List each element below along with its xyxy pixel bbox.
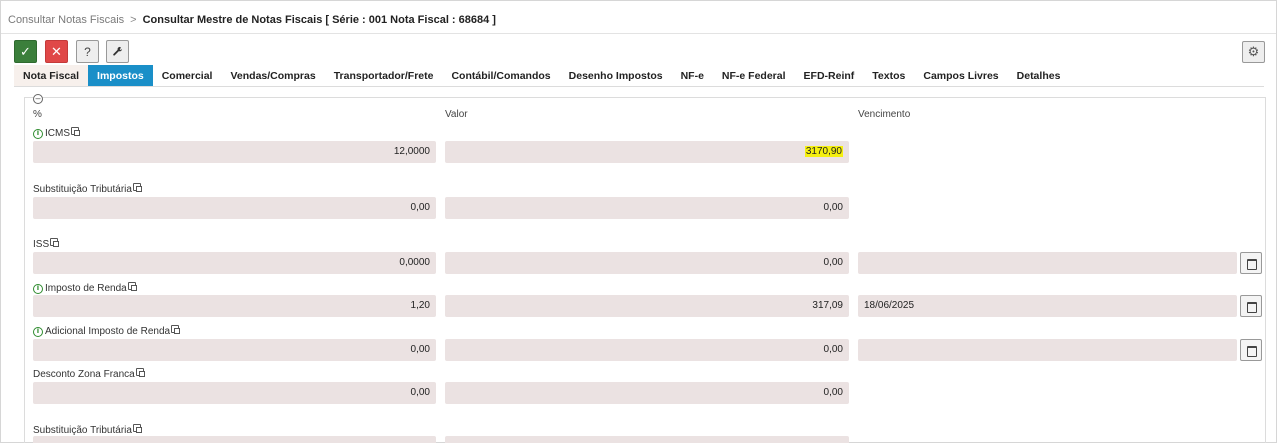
field-label-text: Adicional Imposto de Renda: [45, 326, 171, 337]
percent-field[interactable]: 0,00: [33, 197, 436, 219]
close-icon: ✕: [51, 43, 62, 59]
column-header-value: Valor: [445, 109, 468, 120]
tab-nota-fiscal[interactable]: Nota Fiscal: [14, 65, 89, 87]
calendar-icon[interactable]: [1240, 339, 1262, 361]
percent-field[interactable]: [33, 436, 436, 443]
tools-button[interactable]: [106, 40, 129, 63]
field-label: i Imposto de Renda: [33, 281, 137, 294]
calendar-icon[interactable]: [1240, 295, 1262, 317]
field-label: ISS: [33, 237, 60, 250]
percent-field[interactable]: 0,00: [33, 382, 436, 404]
collapse-icon[interactable]: –: [33, 94, 43, 104]
info-icon[interactable]: i: [33, 283, 43, 294]
help-button[interactable]: ?: [76, 40, 99, 63]
check-icon: ✓: [20, 43, 31, 59]
copy-icon[interactable]: [135, 367, 145, 377]
gear-icon: ⚙: [1247, 44, 1260, 59]
tab-divider: [14, 86, 1264, 87]
copy-icon[interactable]: [50, 237, 60, 247]
tab-efd-reinf[interactable]: EFD-Reinf: [795, 65, 864, 87]
column-header-due: Vencimento: [858, 109, 911, 120]
cancel-button[interactable]: ✕: [45, 40, 68, 63]
percent-field[interactable]: 1,20: [33, 295, 436, 317]
tab-desenho-impostos[interactable]: Desenho Impostos: [560, 65, 672, 87]
tab-transportador-frete[interactable]: Transportador/Frete: [325, 65, 443, 87]
tab-bar: Nota Fiscal Impostos Comercial Vendas/Compr…: [14, 65, 1069, 87]
copy-icon[interactable]: [127, 281, 137, 291]
field-label: i Adicional Imposto de Renda: [33, 324, 181, 337]
value-field[interactable]: 0,00: [445, 339, 849, 361]
value-field[interactable]: 317,09: [445, 295, 849, 317]
tab-nf-e-federal[interactable]: NF-e Federal: [713, 65, 795, 87]
copy-icon[interactable]: [132, 423, 142, 433]
tab-detalhes[interactable]: Detalhes: [1008, 65, 1070, 87]
field-label-text: Imposto de Renda: [45, 283, 127, 294]
tab-comercial[interactable]: Comercial: [153, 65, 222, 87]
field-label-text: Substituição Tributária: [33, 184, 132, 195]
breadcrumb-separator: >: [130, 14, 137, 26]
question-icon: ?: [84, 44, 91, 59]
field-label-text: ISS: [33, 239, 50, 250]
field-label-text: Substituição Tributária: [33, 425, 132, 436]
tab-impostos[interactable]: Impostos: [88, 65, 153, 87]
tab-cont-bil-comandos[interactable]: Contábil/Comandos: [442, 65, 559, 87]
due-date-field[interactable]: [858, 252, 1237, 274]
percent-field[interactable]: 12,0000: [33, 141, 436, 163]
tab-vendas-compras[interactable]: Vendas/Compras: [221, 65, 324, 87]
percent-field[interactable]: 0,00: [33, 339, 436, 361]
page-title: Consultar Mestre de Notas Fiscais [ Séri…: [142, 14, 496, 26]
field-label: Desconto Zona Franca: [33, 367, 145, 380]
field-label: Substituição Tributária: [33, 182, 142, 195]
settings-button[interactable]: ⚙: [1242, 41, 1265, 63]
confirm-button[interactable]: ✓: [14, 40, 37, 63]
calendar-icon[interactable]: [1240, 252, 1262, 274]
tab-campos-livres[interactable]: Campos Livres: [914, 65, 1007, 87]
field-label: i ICMS: [33, 126, 80, 139]
breadcrumb: Consultar Notas Fiscais > Consultar Mestre…: [8, 14, 496, 26]
field-label-text: Desconto Zona Franca: [33, 369, 135, 380]
value-field[interactable]: 0,00: [445, 382, 849, 404]
tab-nf-e[interactable]: NF-e: [672, 65, 713, 87]
field-label-text: ICMS: [45, 128, 70, 139]
highlighted-value: 3170,90: [804, 146, 843, 157]
header-divider: [1, 33, 1276, 34]
percent-field[interactable]: 0,0000: [33, 252, 436, 274]
copy-icon[interactable]: [171, 324, 181, 334]
value-field[interactable]: 3170,90: [445, 141, 849, 163]
due-date-field[interactable]: 18/06/2025: [858, 295, 1237, 317]
tab-textos[interactable]: Textos: [863, 65, 914, 87]
wrench-icon: [113, 46, 123, 56]
info-icon[interactable]: i: [33, 326, 43, 337]
value-field[interactable]: [445, 436, 849, 443]
copy-icon[interactable]: [71, 126, 80, 136]
field-label: Substituição Tributária: [33, 423, 142, 436]
breadcrumb-parent[interactable]: Consultar Notas Fiscais: [8, 14, 124, 26]
copy-icon[interactable]: [132, 182, 142, 192]
due-date-field[interactable]: [858, 339, 1237, 361]
column-header-percent: %: [33, 109, 42, 120]
value-field[interactable]: 0,00: [445, 197, 849, 219]
info-icon[interactable]: i: [33, 128, 43, 139]
value-field[interactable]: 0,00: [445, 252, 849, 274]
